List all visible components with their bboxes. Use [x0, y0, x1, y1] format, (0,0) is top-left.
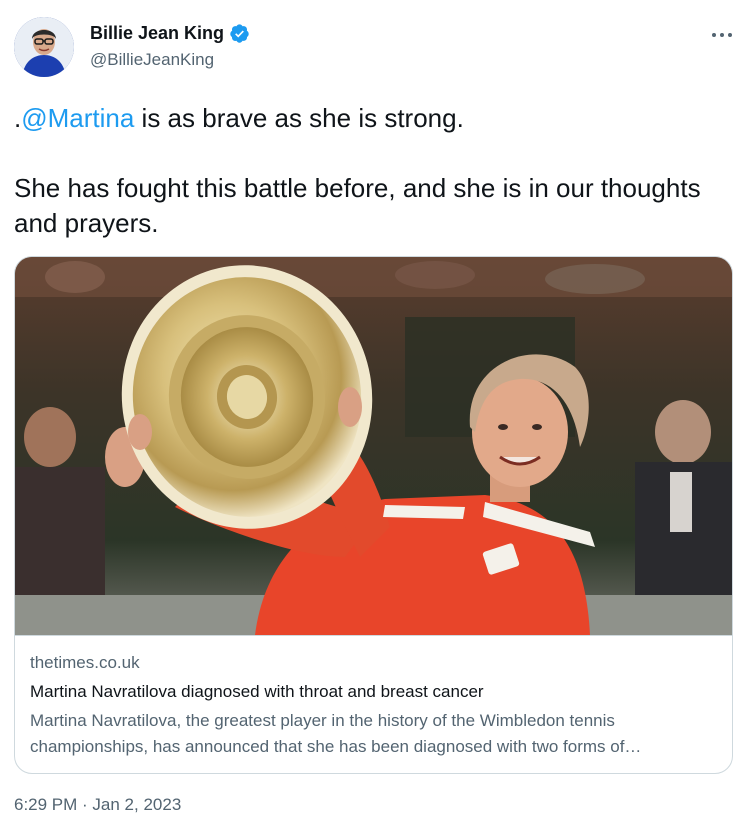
author-display-name[interactable]: Billie Jean King	[90, 23, 224, 44]
more-options-icon[interactable]	[712, 26, 732, 44]
mention-link[interactable]: @Martina	[21, 103, 134, 133]
more-dot-icon	[712, 33, 716, 37]
tweet-text-line-1: .@Martina is as brave as she is strong.	[14, 101, 714, 136]
link-card[interactable]: thetimes.co.uk Martina Navratilova diagn…	[14, 256, 733, 774]
more-dot-icon	[728, 33, 732, 37]
author-name-row[interactable]: Billie Jean King	[90, 23, 250, 44]
card-meta: thetimes.co.uk Martina Navratilova diagn…	[15, 635, 732, 773]
tweet-text-paragraph-2: She has fought this battle before, and s…	[14, 173, 701, 238]
card-image[interactable]	[15, 257, 733, 635]
tweet-text: .@Martina is as brave as she is strong. …	[14, 101, 714, 241]
more-dot-icon	[720, 33, 724, 37]
tweet: Billie Jean King @BillieJeanKing .@Marti…	[0, 0, 750, 840]
avatar[interactable]	[14, 17, 74, 77]
card-title[interactable]: Martina Navratilova diagnosed with throa…	[30, 681, 719, 703]
avatar-image	[14, 17, 74, 77]
tweet-text-line-1-rest: is as brave as she is strong.	[134, 103, 464, 133]
verified-badge-icon	[230, 24, 249, 43]
card-description: Martina Navratilova, the greatest player…	[30, 711, 642, 756]
author-handle[interactable]: @BillieJeanKing	[90, 50, 214, 70]
card-domain: thetimes.co.uk	[30, 653, 140, 672]
tweet-timestamp[interactable]: 6:29 PM · Jan 2, 2023	[14, 795, 181, 815]
